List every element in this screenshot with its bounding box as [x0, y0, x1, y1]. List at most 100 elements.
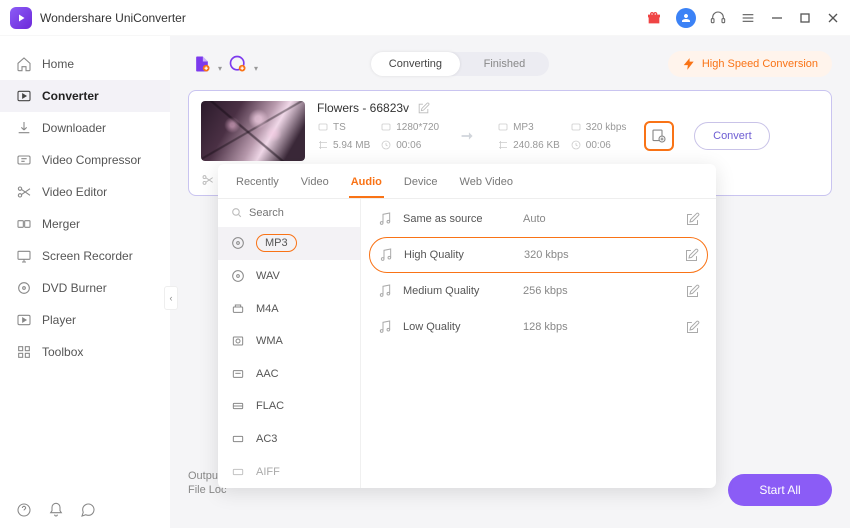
dst-size: 240.86 KB	[513, 140, 560, 151]
src-size: 5.94 MB	[333, 140, 370, 151]
music-icon	[377, 319, 393, 335]
tab-webvideo[interactable]: Web Video	[458, 172, 515, 198]
format-label: WAV	[256, 270, 280, 282]
sidebar-item-merger[interactable]: Merger	[0, 208, 170, 240]
format-item-wav[interactable]: WAV	[218, 260, 360, 293]
format-label: WMA	[256, 335, 283, 347]
tab-device[interactable]: Device	[402, 172, 440, 198]
edit-icon[interactable]	[685, 320, 700, 335]
quality-item-high[interactable]: High Quality 320 kbps	[369, 237, 708, 273]
sidebar: Home Converter Downloader Video Compress…	[0, 36, 170, 528]
audio-format-icon	[230, 398, 246, 414]
trim-icon[interactable]	[201, 173, 215, 187]
quality-name: Low Quality	[403, 321, 513, 333]
app-title: Wondershare UniConverter	[40, 11, 186, 25]
minimize-button[interactable]	[770, 11, 784, 25]
audio-format-icon	[230, 366, 246, 382]
tab-audio[interactable]: Audio	[349, 172, 384, 198]
video-thumbnail[interactable]	[201, 101, 305, 161]
sidebar-item-downloader[interactable]: Downloader	[0, 112, 170, 144]
tab-video[interactable]: Video	[299, 172, 331, 198]
quality-name: Medium Quality	[403, 285, 513, 297]
sidebar-item-editor[interactable]: Video Editor	[0, 176, 170, 208]
format-item-aac[interactable]: AAC	[218, 357, 360, 390]
quality-item-source[interactable]: Same as source Auto	[369, 201, 708, 237]
music-icon	[377, 211, 393, 227]
gift-icon[interactable]	[646, 10, 662, 26]
converter-icon	[16, 88, 32, 104]
sidebar-item-player[interactable]: Player	[0, 304, 170, 336]
audio-format-icon	[230, 268, 246, 284]
format-icon	[317, 121, 329, 133]
compressor-icon	[16, 152, 32, 168]
format-item-wma[interactable]: WMA	[218, 325, 360, 358]
disc-icon	[16, 280, 32, 296]
format-item-flac[interactable]: FLAC	[218, 390, 360, 423]
tab-converting[interactable]: Converting	[371, 52, 460, 76]
status-segment: Converting Finished	[371, 52, 549, 76]
edit-icon[interactable]	[685, 284, 700, 299]
clock-icon	[380, 139, 392, 151]
output-settings-button[interactable]	[644, 121, 674, 151]
bell-icon[interactable]	[48, 502, 64, 518]
edit-icon[interactable]	[684, 248, 699, 263]
account-icon[interactable]	[676, 8, 696, 28]
quality-item-medium[interactable]: Medium Quality 256 kbps	[369, 273, 708, 309]
src-format: TS	[333, 122, 346, 133]
format-item-mp3[interactable]: MP3	[218, 227, 360, 260]
audio-format-icon	[230, 301, 246, 317]
sidebar-item-compressor[interactable]: Video Compressor	[0, 144, 170, 176]
clock-icon	[570, 139, 582, 151]
home-icon	[16, 56, 32, 72]
download-icon	[16, 120, 32, 136]
sidebar-item-label: Screen Recorder	[42, 249, 133, 263]
quality-name: High Quality	[404, 249, 514, 261]
sidebar-item-home[interactable]: Home	[0, 48, 170, 80]
sidebar-item-label: Home	[42, 57, 74, 71]
start-all-button[interactable]: Start All	[728, 474, 832, 506]
sidebar-item-label: DVD Burner	[42, 281, 107, 295]
format-item-ac3[interactable]: AC3	[218, 423, 360, 456]
audio-format-icon	[230, 464, 246, 480]
high-speed-toggle[interactable]: High Speed Conversion	[668, 51, 832, 77]
sidebar-item-label: Downloader	[42, 121, 106, 135]
sidebar-item-recorder[interactable]: Screen Recorder	[0, 240, 170, 272]
tab-recently[interactable]: Recently	[234, 172, 281, 198]
quality-rate: 256 kbps	[523, 285, 675, 297]
size-icon	[317, 139, 329, 151]
quality-rate: 128 kbps	[523, 321, 675, 333]
sidebar-item-toolbox[interactable]: Toolbox	[0, 336, 170, 368]
maximize-button[interactable]	[798, 11, 812, 25]
rename-icon[interactable]	[417, 102, 430, 115]
feedback-icon[interactable]	[80, 502, 96, 518]
edit-icon[interactable]	[685, 212, 700, 227]
dst-rate: 320 kbps	[586, 122, 627, 133]
convert-button[interactable]: Convert	[694, 122, 770, 150]
format-icon	[497, 121, 509, 133]
add-file-button[interactable]: ▾	[188, 50, 216, 78]
sidebar-item-label: Video Editor	[42, 185, 107, 199]
sidebar-item-dvd[interactable]: DVD Burner	[0, 272, 170, 304]
sidebar-item-label: Merger	[42, 217, 80, 231]
sidebar-item-converter[interactable]: Converter	[0, 80, 170, 112]
quality-item-low[interactable]: Low Quality 128 kbps	[369, 309, 708, 345]
app-logo	[10, 7, 32, 29]
close-button[interactable]	[826, 11, 840, 25]
format-item-m4a[interactable]: M4A	[218, 292, 360, 325]
format-label: FLAC	[256, 400, 284, 412]
dst-dur: 00:06	[586, 140, 611, 151]
format-search-input[interactable]	[249, 207, 339, 219]
music-icon	[378, 247, 394, 263]
player-icon	[16, 312, 32, 328]
help-icon[interactable]	[16, 502, 32, 518]
tab-finished[interactable]: Finished	[460, 52, 549, 76]
menu-icon[interactable]	[740, 10, 756, 26]
rate-icon	[570, 121, 582, 133]
toolbox-icon	[16, 344, 32, 360]
add-url-button[interactable]: ▾	[224, 50, 252, 78]
scissors-icon	[16, 184, 32, 200]
support-icon[interactable]	[710, 10, 726, 26]
search-icon	[230, 206, 243, 219]
dst-format: MP3	[513, 122, 534, 133]
format-item-aiff[interactable]: AIFF	[218, 455, 360, 488]
